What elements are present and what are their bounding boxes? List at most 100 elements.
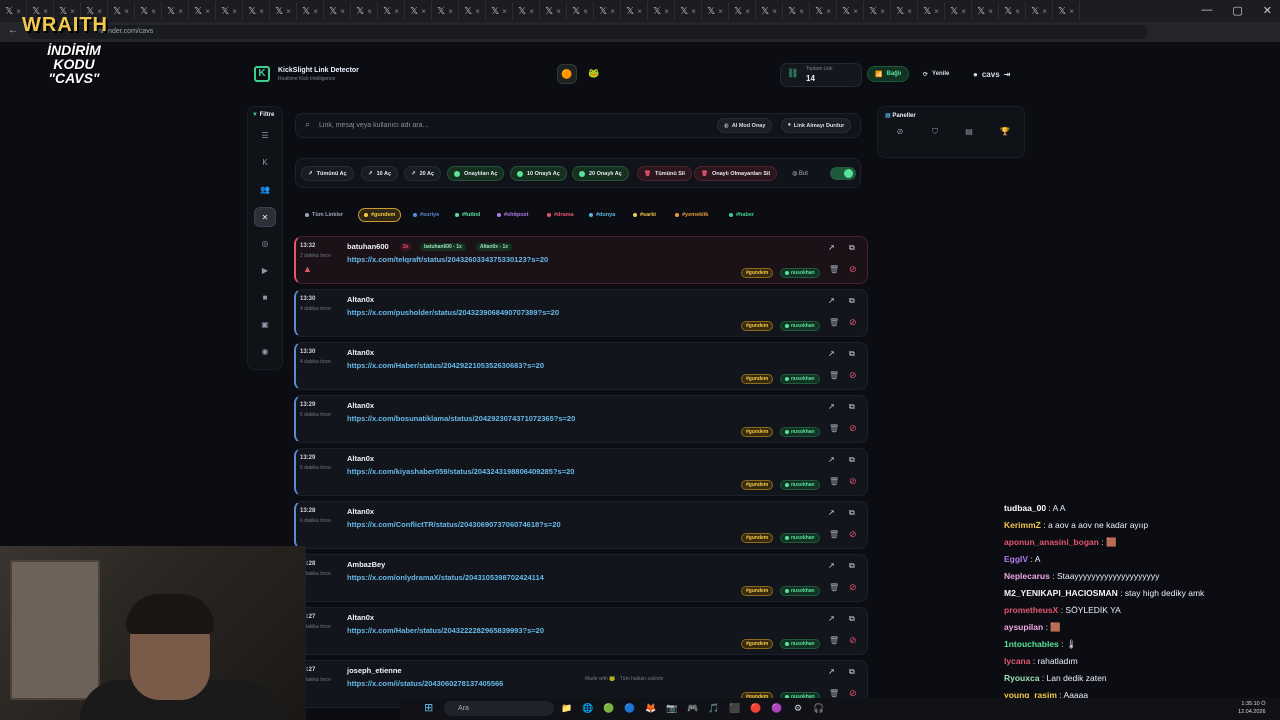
card-link[interactable]: https://x.com/Haber/status/2042922105352…: [347, 361, 544, 370]
browser-tab[interactable]: 𝕏 ×: [594, 2, 621, 20]
block-icon[interactable]: ⊘: [849, 317, 857, 328]
browser-tab[interactable]: 𝕏 ×: [999, 2, 1026, 20]
copy-icon[interactable]: ⧉: [849, 349, 855, 359]
browser-tab[interactable]: 𝕏 ×: [648, 2, 675, 20]
browser-tab[interactable]: 𝕏 ×: [675, 2, 702, 20]
tab-close-icon[interactable]: ×: [286, 7, 291, 16]
trash-icon[interactable]: 🗑: [829, 265, 839, 274]
trash-icon[interactable]: 🗑: [829, 636, 839, 645]
chat-username[interactable]: M2_YENIKAPI_HACIOSMAN: [1004, 588, 1118, 598]
chat-username[interactable]: EggIV: [1004, 554, 1028, 564]
open-all-button[interactable]: ↗ Tümünü Aç: [301, 166, 354, 181]
trash-icon[interactable]: 🗑: [829, 530, 839, 539]
browser-tab[interactable]: 𝕏 ×: [891, 2, 918, 20]
tab-close-icon[interactable]: ×: [988, 7, 993, 16]
browser-tab[interactable]: 𝕏 ×: [621, 2, 648, 20]
browser-tab[interactable]: 𝕏 ×: [135, 2, 162, 20]
chat-username[interactable]: 1ntouchables: [1004, 639, 1059, 649]
tab-close-icon[interactable]: ×: [583, 7, 588, 16]
tab-close-icon[interactable]: ×: [421, 7, 426, 16]
kick-status-icon[interactable]: 🟠: [557, 64, 577, 84]
copy-icon[interactable]: ⧉: [849, 455, 855, 465]
tab-close-icon[interactable]: ×: [313, 7, 318, 16]
card-link[interactable]: https://x.com/i/status/20430602781374055…: [347, 679, 503, 688]
open-20-approved-button[interactable]: 20 Onaylı Aç: [572, 166, 629, 181]
trash-icon[interactable]: 🗑: [829, 583, 839, 592]
delete-unapproved-button[interactable]: 🗑 Onaylı Olmayanları Sil: [694, 166, 778, 181]
sidebar-instagram-icon[interactable]: ◎: [254, 234, 276, 254]
tab-close-icon[interactable]: ×: [907, 7, 912, 16]
tab-close-icon[interactable]: ×: [529, 7, 534, 16]
open-link-icon[interactable]: ↗: [828, 296, 835, 305]
browser-tab[interactable]: 𝕏 ×: [729, 2, 756, 20]
taskbar-app-icon[interactable]: 🦊: [644, 701, 658, 715]
taskbar-search[interactable]: Ara: [444, 701, 554, 716]
block-icon[interactable]: ⊘: [849, 635, 857, 646]
sidebar-users-icon[interactable]: 👥: [254, 180, 276, 200]
open-link-icon[interactable]: ↗: [828, 667, 835, 676]
sidebar-camera-icon[interactable]: ▣: [254, 315, 276, 335]
tag-filter-gundem[interactable]: #gundem: [358, 208, 402, 222]
browser-tab[interactable]: 𝕏 ×: [567, 2, 594, 20]
card-link[interactable]: https://x.com/onlydramaX/status/20431053…: [347, 573, 544, 582]
tab-close-icon[interactable]: ×: [259, 7, 264, 16]
chat-username[interactable]: aponun_anasini_bogan: [1004, 537, 1099, 547]
open-10-approved-button[interactable]: 10 Onaylı Aç: [510, 166, 567, 181]
sidebar-list-icon[interactable]: ☰: [254, 126, 276, 146]
taskbar-app-icon[interactable]: ⬛: [728, 701, 742, 715]
open-link-icon[interactable]: ↗: [828, 455, 835, 464]
browser-tab[interactable]: 𝕏 ×: [243, 2, 270, 20]
tab-close-icon[interactable]: ×: [826, 7, 831, 16]
copy-icon[interactable]: ⧉: [849, 614, 855, 624]
tab-close-icon[interactable]: ×: [367, 7, 372, 16]
browser-tab[interactable]: 𝕏 ×: [405, 2, 432, 20]
block-icon[interactable]: ⊘: [849, 582, 857, 593]
trophy-icon[interactable]: 🏆: [995, 127, 1015, 143]
open-10-button[interactable]: ↗ 10 Aç: [361, 166, 399, 181]
browser-tab[interactable]: 𝕏 ×: [1053, 2, 1080, 20]
block-icon[interactable]: ⊘: [849, 264, 857, 275]
browser-tab[interactable]: 𝕏 ×: [972, 2, 999, 20]
tab-close-icon[interactable]: ×: [475, 7, 480, 16]
tag-filter-all[interactable]: Tüm Linkler: [300, 208, 348, 222]
block-icon[interactable]: ⊘: [849, 370, 857, 381]
taskbar-app-icon[interactable]: 🎵: [707, 701, 721, 715]
tag-filter-shitpost[interactable]: #shitpost: [492, 208, 533, 222]
tab-close-icon[interactable]: ×: [691, 7, 696, 16]
tab-close-icon[interactable]: ×: [718, 7, 723, 16]
tab-close-icon[interactable]: ×: [394, 7, 399, 16]
browser-tab[interactable]: 𝕏 ×: [108, 2, 135, 20]
chat-username[interactable]: Neplecarus: [1004, 571, 1050, 581]
card-link[interactable]: https://x.com/pusholder/status/204323906…: [347, 308, 559, 317]
browser-tab[interactable]: 𝕏 ×: [540, 2, 567, 20]
tab-close-icon[interactable]: ×: [340, 7, 345, 16]
copy-icon[interactable]: ⧉: [849, 243, 855, 253]
browser-tab[interactable]: 𝕏 ×: [432, 2, 459, 20]
taskbar-app-icon[interactable]: 🎧: [812, 701, 826, 715]
tab-close-icon[interactable]: ×: [1069, 7, 1074, 16]
chat-username[interactable]: prometheusX: [1004, 605, 1058, 615]
tab-close-icon[interactable]: ×: [637, 7, 642, 16]
trash-icon[interactable]: 🗑: [829, 318, 839, 327]
browser-tab[interactable]: 𝕏 ×: [702, 2, 729, 20]
logout-icon[interactable]: ⇥: [1004, 70, 1011, 79]
open-link-icon[interactable]: ↗: [828, 561, 835, 570]
card-link[interactable]: https://x.com/ConflictTR/status/20430690…: [347, 520, 561, 529]
tab-close-icon[interactable]: ×: [448, 7, 453, 16]
chat-username[interactable]: lycana: [1004, 656, 1030, 666]
browser-tab[interactable]: 𝕏 ×: [459, 2, 486, 20]
browser-tab[interactable]: 𝕏 ×: [486, 2, 513, 20]
tab-close-icon[interactable]: ×: [853, 7, 858, 16]
tag-filter-suriye[interactable]: #suriye: [408, 208, 444, 222]
open-link-icon[interactable]: ↗: [828, 508, 835, 517]
refresh-button[interactable]: ⟳ Yenile: [916, 66, 956, 82]
browser-tab[interactable]: 𝕏 ×: [297, 2, 324, 20]
delete-all-button[interactable]: 🗑 Tümünü Sil: [637, 166, 692, 181]
copy-icon[interactable]: ⧉: [849, 508, 855, 518]
taskbar-app-icon[interactable]: 🔴: [749, 701, 763, 715]
copy-icon[interactable]: ⧉: [849, 402, 855, 412]
tab-close-icon[interactable]: ×: [610, 7, 615, 16]
tag-filter-haber[interactable]: #haber: [724, 208, 759, 222]
ai-mode-button[interactable]: ◍ AI Mod Onay: [717, 118, 773, 133]
tab-close-icon[interactable]: ×: [934, 7, 939, 16]
